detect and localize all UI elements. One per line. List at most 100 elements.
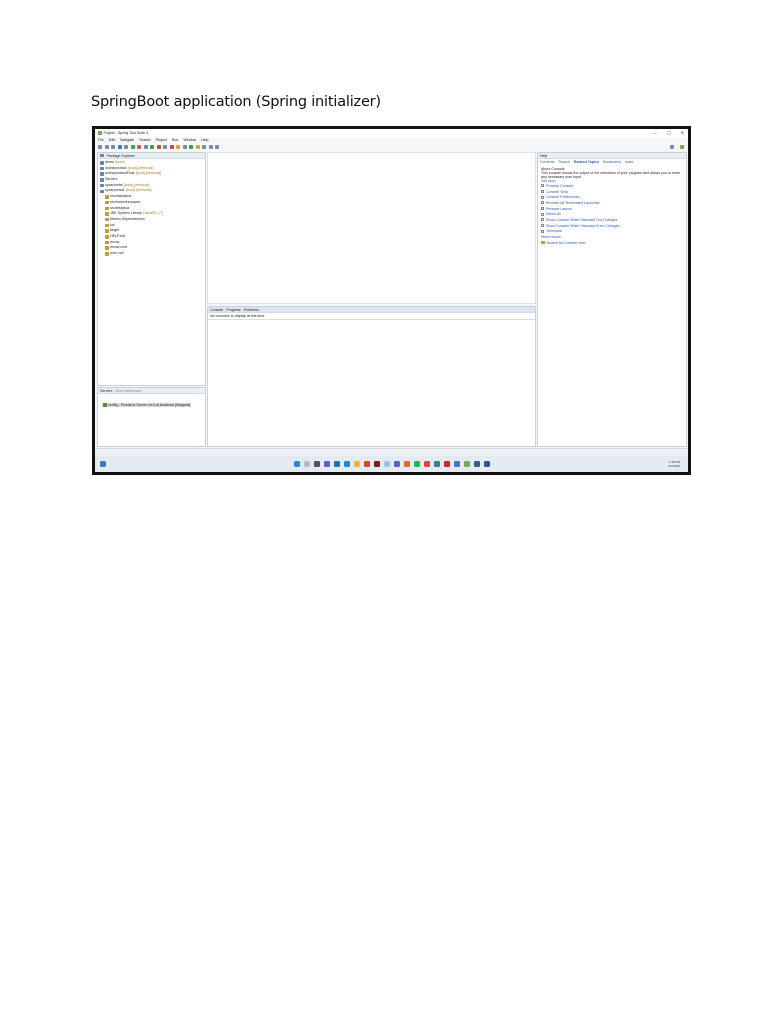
- menu-navigate[interactable]: Navigate: [120, 138, 134, 142]
- topic-icon: [541, 184, 544, 188]
- help-link-label: Show Console When Standard Out Changes: [546, 217, 618, 222]
- server-entry[interactable]: config - Pivotal tc Server v4.0 at local…: [102, 403, 192, 407]
- app-icon[interactable]: [453, 461, 460, 467]
- project-icon: [100, 161, 104, 165]
- tab-boot-dashboard[interactable]: Boot Dashboard: [115, 389, 141, 393]
- help-link-label: Remove All Terminated Launches: [546, 200, 600, 205]
- menu-file[interactable]: File: [98, 138, 104, 142]
- tab-problems[interactable]: Problems: [244, 308, 259, 312]
- help-bookmarks[interactable]: Bookmarks: [603, 160, 621, 164]
- tab-package-explorer[interactable]: Package Explorer: [107, 154, 135, 158]
- menu-help[interactable]: Help: [201, 138, 208, 142]
- help-related-topics[interactable]: Related Topics: [574, 160, 599, 164]
- folder-icon: [105, 223, 109, 228]
- tab-console[interactable]: Console: [210, 308, 223, 312]
- sts-logo-icon: [98, 131, 102, 135]
- word-icon[interactable]: [483, 461, 490, 467]
- debug-icon[interactable]: [137, 145, 141, 149]
- office-icon[interactable]: [363, 461, 370, 467]
- file-explorer-icon[interactable]: [353, 461, 360, 467]
- save-icon[interactable]: [104, 145, 109, 149]
- chat-icon[interactable]: [323, 461, 330, 467]
- new-class-icon[interactable]: [189, 145, 193, 149]
- nav-back-icon[interactable]: [208, 145, 213, 149]
- app-icon[interactable]: [403, 461, 410, 467]
- window-title: Project - Spring Tool Suite 4: [103, 131, 148, 135]
- app-icon[interactable]: [383, 461, 390, 467]
- run-icon[interactable]: [130, 145, 135, 149]
- widgets-icon[interactable]: [100, 461, 106, 467]
- help-search[interactable]: Search: [558, 160, 569, 164]
- server-icon: [103, 403, 107, 407]
- menu-search[interactable]: Search: [139, 138, 150, 142]
- tab-progress[interactable]: Progress: [226, 308, 240, 312]
- save-all-icon[interactable]: [111, 145, 115, 149]
- minimize-button[interactable]: —: [653, 130, 657, 135]
- open-type-icon[interactable]: [176, 145, 180, 149]
- perspective-icon[interactable]: [680, 145, 684, 149]
- run-menu-icon[interactable]: [150, 145, 154, 149]
- help-pane: Help Contents Search Related Topics Book…: [537, 152, 687, 447]
- stop-icon[interactable]: [169, 145, 174, 149]
- boot-icon[interactable]: [117, 145, 122, 149]
- tool-icon[interactable]: [202, 145, 206, 149]
- search-icon[interactable]: [303, 461, 310, 467]
- sts-icon[interactable]: [463, 461, 470, 467]
- page-heading: SpringBoot application (Spring initializ…: [91, 94, 381, 110]
- folder-icon: [105, 246, 109, 250]
- tool-icon[interactable]: [124, 145, 128, 149]
- app-icon[interactable]: [433, 461, 440, 467]
- search-console-view-link[interactable]: Search for Console view: [541, 240, 683, 246]
- opera-icon[interactable]: [443, 461, 450, 467]
- new-icon[interactable]: [98, 145, 102, 149]
- topic-icon: [541, 224, 544, 228]
- clock[interactable]: 1:36 PM 3/7/2023: [668, 460, 680, 468]
- external-tools-icon[interactable]: [156, 145, 161, 149]
- topic-icon: [541, 218, 544, 222]
- app-icon[interactable]: [333, 461, 340, 467]
- tree-item-label: Maven Dependencies: [110, 216, 145, 221]
- nav-forward-icon[interactable]: [215, 145, 219, 149]
- app-icon[interactable]: [473, 461, 480, 467]
- topic-icon: [541, 207, 544, 211]
- server-label: config - Pivotal tc Server v4.0 at local…: [108, 403, 191, 407]
- menu-window[interactable]: Window: [183, 138, 196, 142]
- folder-icon: [105, 240, 109, 245]
- tree-item-decoration: [boot] [devtools]: [135, 171, 162, 176]
- help-contents[interactable]: Contents: [540, 160, 554, 164]
- menu-project[interactable]: Project: [156, 138, 167, 142]
- tool-icon[interactable]: [182, 145, 187, 149]
- menu-run[interactable]: Run: [172, 138, 179, 142]
- folder-icon[interactable]: [195, 145, 200, 149]
- help-index[interactable]: Index: [625, 160, 634, 164]
- tool-icon[interactable]: [143, 145, 148, 149]
- console-pane: Console Progress Problems No consoles to…: [207, 306, 536, 447]
- store-icon[interactable]: [343, 461, 350, 467]
- teams-icon[interactable]: [393, 461, 400, 467]
- app-icon[interactable]: [373, 461, 380, 467]
- help-link-label: Show Console When Standard Error Changes: [546, 223, 620, 228]
- tool-icon[interactable]: [163, 145, 167, 149]
- package-icon: [100, 153, 104, 158]
- menu-edit[interactable]: Edit: [109, 138, 115, 142]
- toolbar: [95, 143, 688, 151]
- task-view-icon[interactable]: [313, 461, 320, 467]
- search-icon: [541, 240, 545, 245]
- tree-item[interactable]: pom.xml: [100, 251, 203, 257]
- tab-help[interactable]: Help: [540, 154, 547, 158]
- topic-icon: [541, 201, 544, 205]
- ide-screenshot: Project - Spring Tool Suite 4 — ▢ ✕ File…: [92, 126, 691, 475]
- tab-servers[interactable]: Servers: [100, 389, 112, 393]
- spotify-icon[interactable]: [413, 461, 420, 467]
- chrome-icon[interactable]: [423, 461, 430, 467]
- search-icon[interactable]: [670, 145, 674, 149]
- help-link-label: Select All: [546, 212, 561, 217]
- tree-item-label: pom.xml: [110, 251, 124, 255]
- maximize-button[interactable]: ▢: [667, 130, 671, 135]
- tree-item-decoration: [JavaSE-17]: [143, 211, 163, 216]
- close-button[interactable]: ✕: [681, 130, 684, 135]
- help-link-label: Console Preferences: [546, 195, 580, 200]
- start-icon[interactable]: [293, 461, 300, 467]
- project-icon: [100, 178, 104, 182]
- title-bar: Project - Spring Tool Suite 4 — ▢ ✕: [95, 129, 688, 137]
